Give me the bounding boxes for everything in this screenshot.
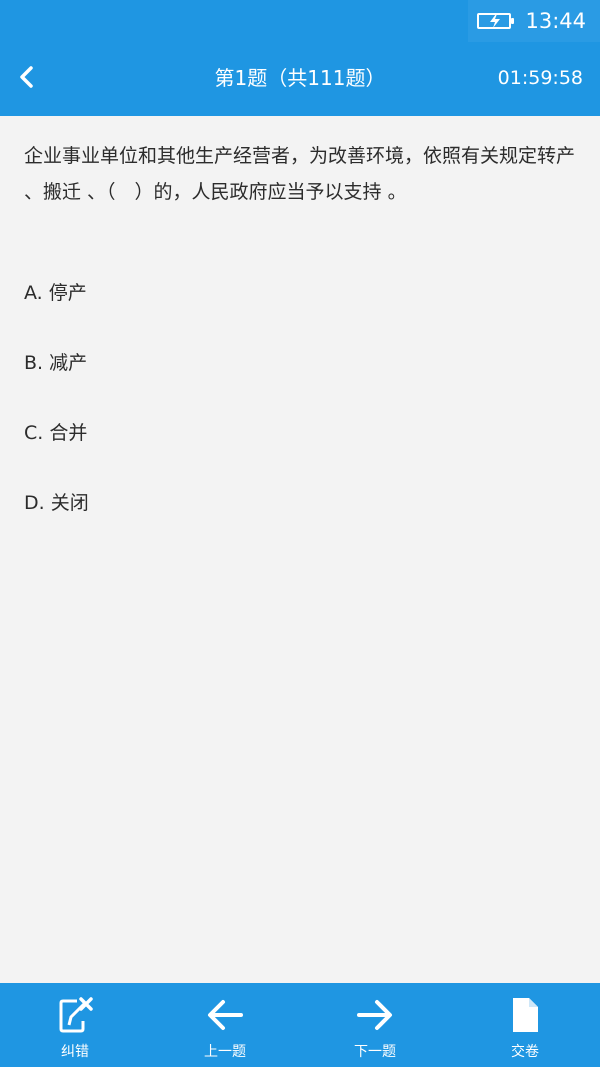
arrow-left-icon: [208, 1000, 243, 1030]
question-area: 企业事业单位和其他生产经营者，为改善环境，依照有关规定转产 、搬迁 、（ ）的，…: [24, 138, 576, 560]
prev-question-button[interactable]: 上一题: [150, 983, 300, 1067]
status-bar: 13:44: [0, 0, 600, 44]
next-question-button[interactable]: 下一题: [300, 983, 450, 1067]
option-b[interactable]: B. 减产: [24, 350, 576, 420]
battery-charging-icon: [477, 13, 515, 29]
option-c[interactable]: C. 合并: [24, 420, 576, 490]
prev-question-label: 上一题: [204, 1044, 246, 1060]
bottom-nav: 纠错 上一题 下一题 交卷: [0, 983, 600, 1067]
submit-exam-label: 交卷: [511, 1044, 539, 1060]
options-list: A. 停产 B. 减产 C. 合并 D. 关闭: [24, 280, 576, 560]
countdown-timer: 01:59:58: [497, 67, 583, 89]
report-error-button[interactable]: 纠错: [0, 983, 150, 1067]
document-icon: [513, 998, 538, 1032]
edit-x-icon: [59, 997, 93, 1033]
option-a[interactable]: A. 停产: [24, 280, 576, 350]
next-question-label: 下一题: [354, 1044, 396, 1060]
app-header: 第1题（共111题） 01:59:58: [0, 44, 600, 116]
status-icons: 13:44: [468, 0, 600, 42]
report-error-label: 纠错: [61, 1044, 89, 1060]
status-time: 13:44: [525, 9, 586, 33]
arrow-right-icon: [357, 1000, 392, 1030]
option-d[interactable]: D. 关闭: [24, 490, 576, 560]
question-text: 企业事业单位和其他生产经营者，为改善环境，依照有关规定转产 、搬迁 、（ ）的，…: [24, 145, 576, 203]
submit-exam-button[interactable]: 交卷: [450, 983, 600, 1067]
